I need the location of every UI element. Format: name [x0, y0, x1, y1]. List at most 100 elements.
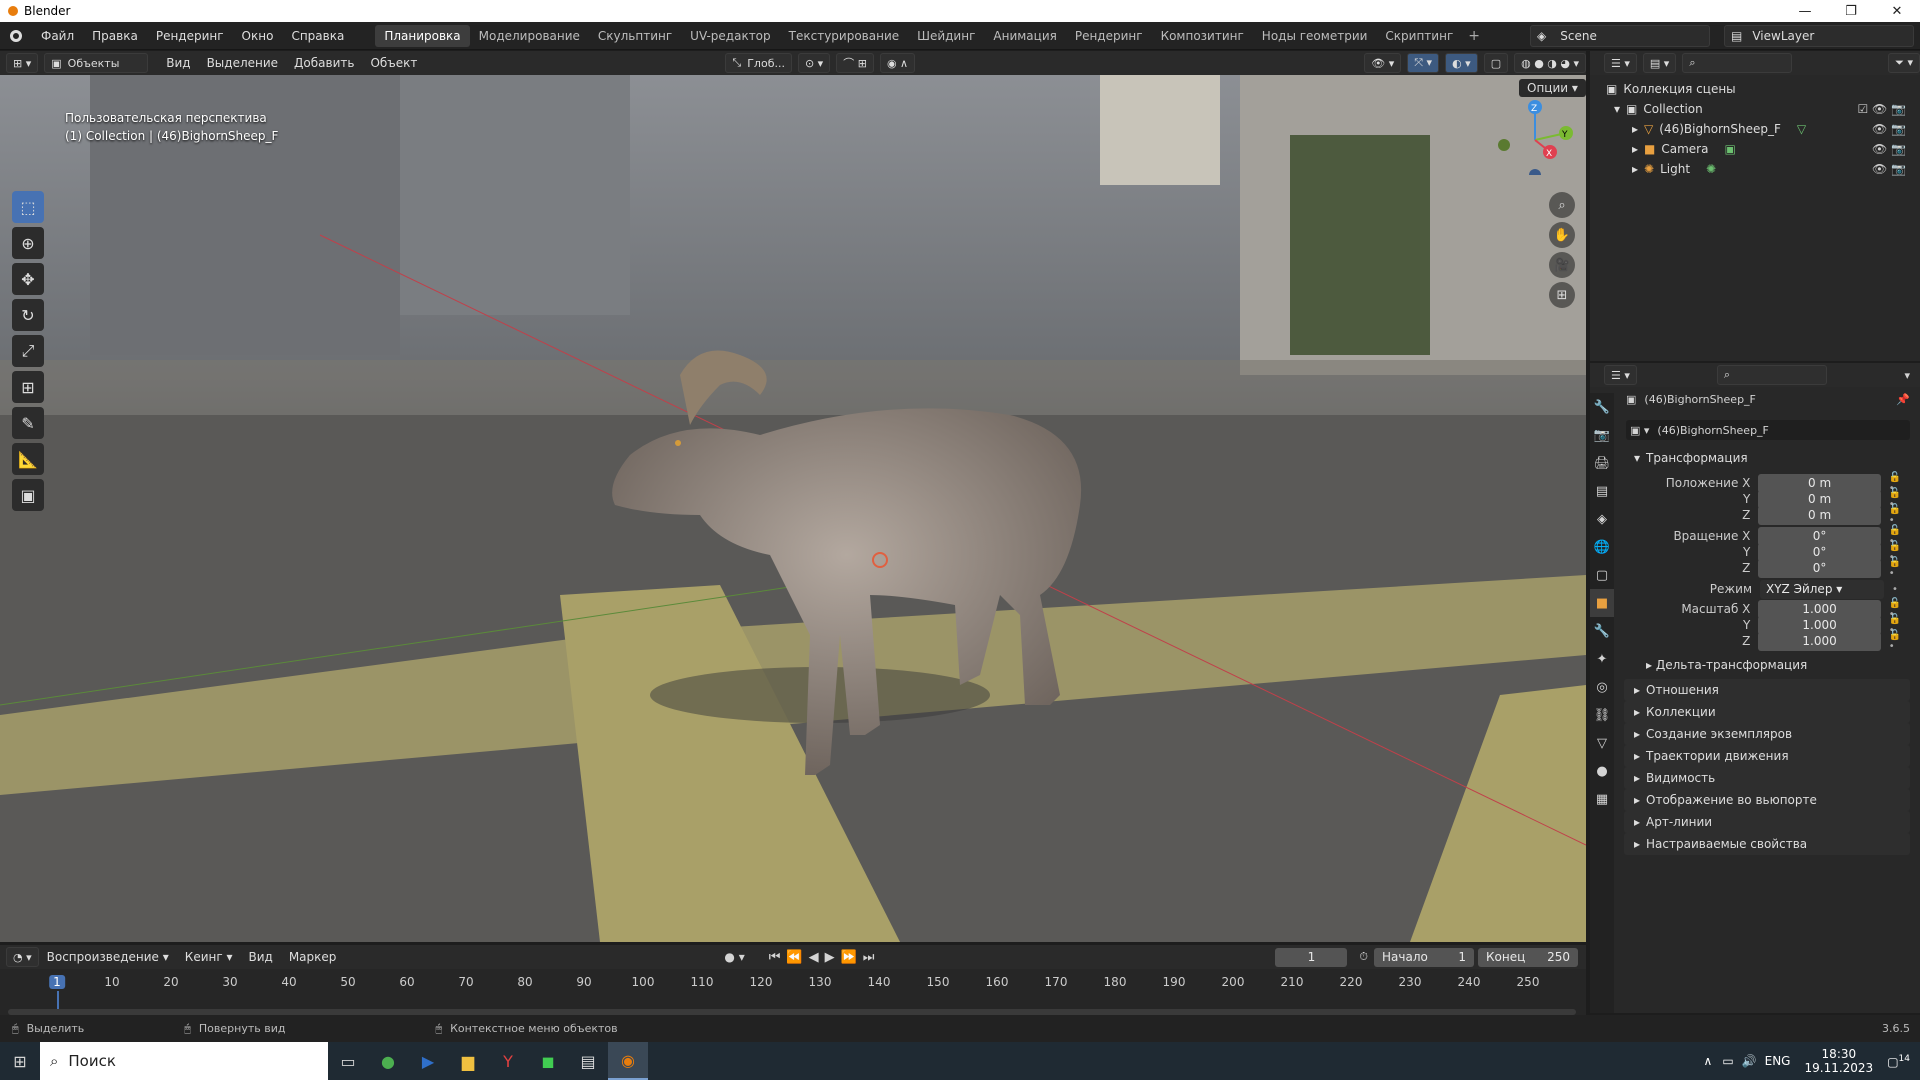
outliner-scene-collection[interactable]: ▣ Коллекция сцены	[1590, 79, 1920, 99]
3d-viewport[interactable]: ⬚ ⊕ ✥ ↻ ⤢ ⊞ ✎ 📐 ▣ Пользовательская персп…	[0, 75, 1586, 942]
tab-animation[interactable]: Анимация	[984, 25, 1065, 47]
scene-tab-icon[interactable]: ◈	[1590, 505, 1614, 533]
section-instancing[interactable]: ▸ Создание экземпляров	[1624, 723, 1910, 745]
rotation-z-field[interactable]: 0°	[1758, 558, 1881, 578]
tray-network-icon[interactable]: ▭	[1722, 1054, 1733, 1068]
ortho-grid-icon[interactable]: ⊞	[1549, 282, 1575, 308]
scale-z-field[interactable]: 1.000	[1758, 631, 1881, 651]
add-cube-tool-icon[interactable]: ▣	[12, 479, 44, 511]
maximize-button[interactable]: ❐	[1828, 4, 1874, 19]
viewlayer-selector[interactable]: ▤ ViewLayer	[1724, 25, 1914, 47]
timeline-menu-keying[interactable]: Кеинг ▾	[177, 950, 241, 964]
menu-render[interactable]: Рендеринг	[147, 22, 233, 50]
gizmo-toggle[interactable]: ⤧ ▾	[1407, 53, 1440, 73]
rotation-mode-dropdown[interactable]: XYZ Эйлер ▾	[1760, 579, 1884, 599]
autokey-record-icon[interactable]: ● ▾	[724, 950, 744, 964]
xray-toggle[interactable]: ▢	[1483, 53, 1509, 73]
texture-tab-icon[interactable]: ▦	[1590, 785, 1614, 813]
tab-rendering[interactable]: Рендеринг	[1066, 25, 1152, 47]
outliner-item-sheep[interactable]: ▸ ▽ (46)BighornSheep_F ▽ 👁 📷	[1590, 119, 1920, 139]
data-tab-icon[interactable]: ▽	[1590, 729, 1614, 757]
object-tab-icon[interactable]: ■	[1590, 589, 1614, 617]
blender-menu-icon[interactable]	[10, 29, 22, 42]
tab-texture-paint[interactable]: Текстурирование	[780, 25, 908, 47]
timeline-ruler[interactable]: 1 10 20 30 40 50 60 70 80 90 100 110 120…	[0, 975, 1586, 995]
move-tool-icon[interactable]: ✥	[12, 263, 44, 295]
outliner-filter-icon[interactable]: ⏷ ▾	[1888, 53, 1920, 73]
tab-compositing[interactable]: Композитинг	[1152, 25, 1253, 47]
options-dropdown[interactable]: Опции ▾	[1519, 79, 1586, 97]
scale-tool-icon[interactable]: ⤢	[12, 335, 44, 367]
physics-tab-icon[interactable]: ◎	[1590, 673, 1614, 701]
section-visibility[interactable]: ▸ Видимость	[1624, 767, 1910, 789]
zoom-icon[interactable]: ⌕	[1549, 192, 1575, 218]
menu-window[interactable]: Окно	[233, 22, 283, 50]
tab-sculpting[interactable]: Скульптинг	[589, 25, 681, 47]
section-collections[interactable]: ▸ Коллекции	[1624, 701, 1910, 723]
taskbar-search[interactable]: ⌕ Поиск	[40, 1042, 328, 1080]
start-frame-field[interactable]: Начало 1	[1374, 947, 1474, 967]
file-explorer-icon[interactable]: ▆	[448, 1042, 488, 1080]
tray-chevron-icon[interactable]: ∧	[1704, 1054, 1713, 1068]
item-visibility-icons[interactable]: 👁 📷	[1872, 142, 1906, 156]
outliner-search-input[interactable]: ⌕	[1682, 53, 1793, 73]
transform-orientation-dropdown[interactable]: ⤡ Глоб...	[725, 53, 792, 73]
transform-section-header[interactable]: ▾ Трансформация	[1624, 447, 1910, 469]
scene-selector[interactable]: ◈ Scene	[1530, 25, 1710, 47]
powershell-app-icon[interactable]: ▶	[408, 1042, 448, 1080]
add-workspace-icon[interactable]: +	[1462, 28, 1486, 44]
outliner-display-mode[interactable]: ▤ ▾	[1642, 53, 1677, 73]
properties-search-input[interactable]: ⌕	[1716, 365, 1827, 385]
item-visibility-icons[interactable]: 👁 📷	[1872, 162, 1906, 176]
pin-icon[interactable]: 📌	[1896, 393, 1910, 406]
visibility-dropdown[interactable]: 👁 ▾	[1364, 53, 1402, 73]
tab-layout[interactable]: Планировка	[375, 24, 470, 47]
minimize-button[interactable]: —	[1782, 4, 1828, 19]
viewport-menu-add[interactable]: Добавить	[286, 56, 362, 70]
rotate-tool-icon[interactable]: ↻	[12, 299, 44, 331]
end-frame-field[interactable]: Конец 250	[1478, 947, 1578, 967]
current-frame-field[interactable]: 1	[1275, 947, 1348, 967]
view-layer-tab-icon[interactable]: ▤	[1590, 477, 1614, 505]
close-button[interactable]: ✕	[1874, 4, 1920, 19]
preview-range-icon[interactable]: ⏱	[1359, 950, 1368, 964]
overlay-toggle[interactable]: ◐ ▾	[1445, 53, 1478, 73]
world-tab-icon[interactable]: 🌐	[1590, 533, 1614, 561]
delta-transform-subpanel[interactable]: ▸ Дельта-трансформация	[1646, 658, 1807, 672]
menu-help[interactable]: Справка	[282, 22, 353, 50]
menu-edit[interactable]: Правка	[83, 22, 147, 50]
tool-tab-icon[interactable]: 🔧	[1590, 393, 1614, 421]
properties-editor-type[interactable]: ☰ ▾	[1604, 365, 1637, 385]
collection-tab-icon[interactable]: ▢	[1590, 561, 1614, 589]
tab-geometry-nodes[interactable]: Ноды геометрии	[1253, 25, 1377, 47]
section-viewport-display[interactable]: ▸ Отображение во вьюпорте	[1624, 789, 1910, 811]
qt-creator-icon[interactable]: ◼	[528, 1042, 568, 1080]
outliner-editor-type[interactable]: ☰ ▾	[1604, 53, 1637, 73]
tab-uv-editing[interactable]: UV-редактор	[681, 25, 779, 47]
outliner-item-light[interactable]: ▸ ✺ Light ✺ 👁 📷	[1590, 159, 1920, 179]
section-custom-properties[interactable]: ▸ Настраиваемые свойства	[1624, 833, 1910, 855]
viewport-menu-object[interactable]: Объект	[362, 56, 425, 70]
proportional-edit-toggle[interactable]: ◉ ∧	[879, 53, 916, 73]
location-z-field[interactable]: 0 m	[1758, 505, 1881, 525]
transform-tool-icon[interactable]: ⊞	[12, 371, 44, 403]
mode-dropdown[interactable]: ▣ Объекты	[44, 53, 149, 73]
blender-taskbar-icon[interactable]: ◉	[608, 1042, 648, 1080]
task-view-icon[interactable]: ▭	[328, 1042, 368, 1080]
annotate-tool-icon[interactable]: ✎	[12, 407, 44, 439]
yandex-browser-icon[interactable]: Y	[488, 1042, 528, 1080]
particles-tab-icon[interactable]: ✦	[1590, 645, 1614, 673]
object-name-field[interactable]: ▣ ▾ (46)BighornSheep_F	[1626, 420, 1910, 440]
snap-toggle[interactable]: ⌒ ⊞	[836, 53, 874, 73]
xbox-app-icon[interactable]: ●	[368, 1042, 408, 1080]
windows-start-icon[interactable]: ⊞	[0, 1042, 40, 1080]
menu-file[interactable]: Файл	[32, 22, 83, 50]
timeline-menu-marker[interactable]: Маркер	[281, 950, 345, 964]
lock-icon[interactable]: 🔓 •	[1889, 504, 1910, 526]
lock-icon[interactable]: 🔓 •	[1889, 557, 1910, 579]
viewport-menu-select[interactable]: Выделение	[199, 56, 286, 70]
measure-tool-icon[interactable]: 📐	[12, 443, 44, 475]
modifier-tab-icon[interactable]: 🔧	[1590, 617, 1614, 645]
outliner-collection-row[interactable]: ▾ ▣ Collection ☑ 👁 📷	[1590, 99, 1920, 119]
outliner-item-camera[interactable]: ▸ ■ Camera ▣ 👁 📷	[1590, 139, 1920, 159]
